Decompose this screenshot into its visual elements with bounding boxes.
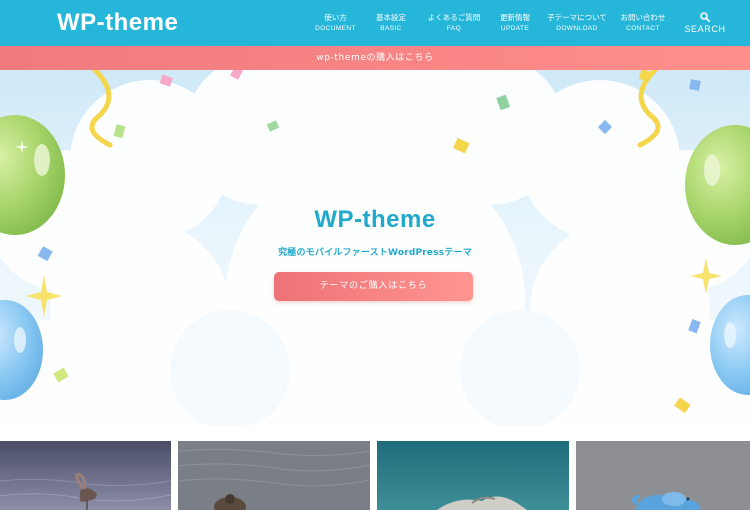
purchase-theme-button[interactable]: テーマのご購入はこちら	[274, 272, 473, 301]
nav-item-sublabel: CONTACT	[626, 24, 660, 32]
elephant-image	[576, 441, 750, 510]
nav-item-label: 子テーマについて	[547, 12, 607, 22]
site-header: WP-theme 使い方 DOCUMENT 基本設定 BASIC よくあるご質問…	[0, 0, 750, 46]
nav-item-faq[interactable]: よくあるご質問 FAQ	[423, 0, 485, 46]
gallery-thumb-elephant[interactable]	[576, 441, 750, 510]
nav-item-label: お問い合わせ	[620, 12, 666, 22]
nav-item-label: よくあるご質問	[427, 12, 481, 22]
nav-item-contact[interactable]: お問い合わせ CONTACT	[617, 0, 669, 46]
gallery-grid	[0, 441, 750, 510]
nav-item-label: 基本設定	[376, 12, 406, 22]
hero-title: WP-theme	[314, 206, 436, 233]
nav-item-sublabel: DOCUMENT	[315, 24, 356, 32]
flamingo-image	[0, 441, 171, 510]
gallery-thumb-bird-teal[interactable]	[377, 441, 569, 510]
search-icon	[700, 12, 710, 22]
hero-section: WP-theme 究極のモバイルファーストWordPressテーマ テーマのご購…	[0, 70, 750, 425]
search-label: SEARCH	[684, 24, 726, 34]
gallery-thumb-flamingo[interactable]	[0, 441, 171, 510]
main-nav: 使い方 DOCUMENT 基本設定 BASIC よくあるご質問 FAQ 更新情報…	[312, 0, 750, 46]
nav-item-sublabel: DOWNLOAD	[556, 24, 598, 32]
bird-grey-image	[178, 441, 370, 510]
bird-teal-image	[377, 441, 569, 510]
nav-item-sublabel: UPDATE	[500, 24, 530, 32]
hero-subtitle: 究極のモバイルファーストWordPressテーマ	[278, 248, 472, 258]
site-logo[interactable]: WP-theme	[57, 9, 178, 37]
nav-item-label: 使い方	[324, 12, 347, 22]
nav-item-sublabel: FAQ	[446, 24, 462, 32]
nav-item-sublabel: BASIC	[380, 24, 402, 32]
gallery-thumb-bird-grey[interactable]	[178, 441, 370, 510]
search-button[interactable]: SEARCH	[675, 0, 735, 46]
nav-item-document[interactable]: 使い方 DOCUMENT	[312, 0, 359, 46]
purchase-notice-bar[interactable]: wp-themeの購入はこちら	[0, 46, 750, 70]
nav-item-update[interactable]: 更新情報 UPDATE	[493, 0, 537, 46]
nav-item-label: 更新情報	[500, 12, 530, 22]
nav-item-basic[interactable]: 基本設定 BASIC	[365, 0, 417, 46]
nav-item-download[interactable]: 子テーマについて DOWNLOAD	[543, 0, 611, 46]
